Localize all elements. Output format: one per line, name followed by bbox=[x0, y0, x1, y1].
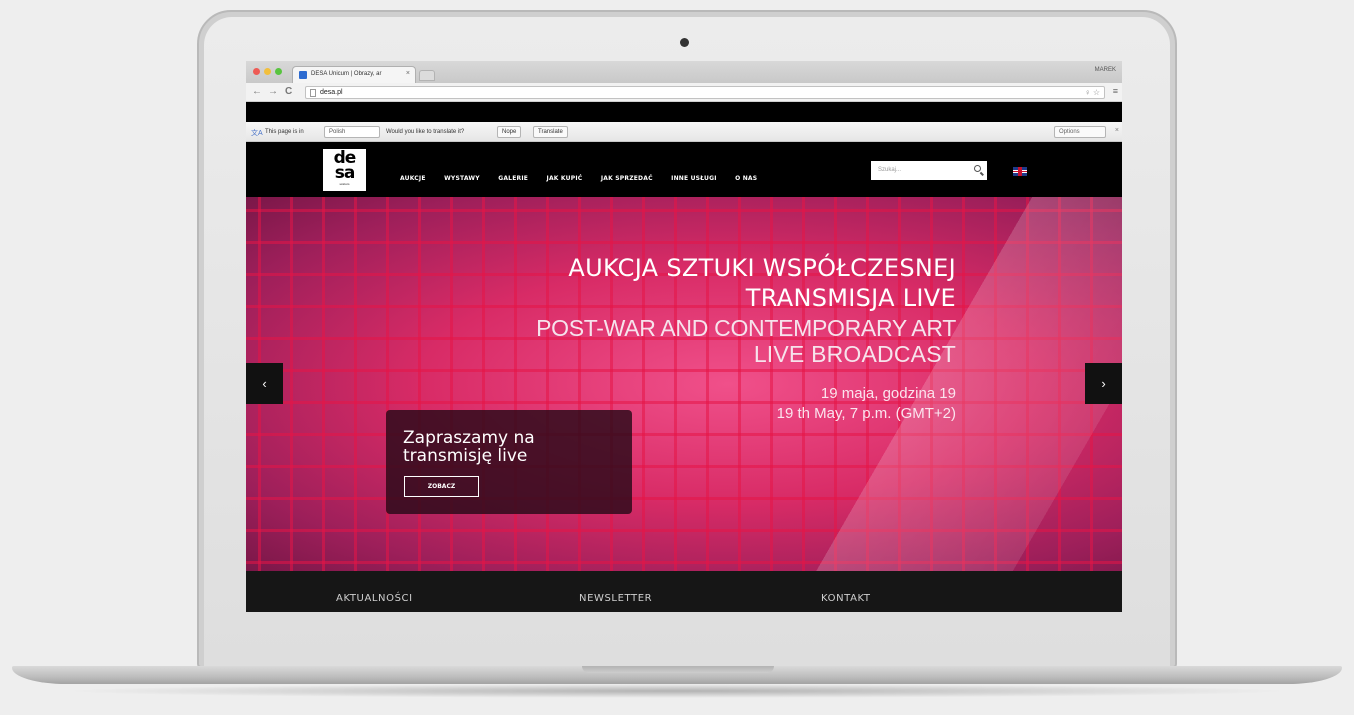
translate-question: Would you like to translate it? bbox=[386, 129, 465, 135]
hero-subheadline-en: LIVE BROADCAST bbox=[753, 341, 956, 367]
favicon-icon bbox=[299, 71, 307, 79]
hero-subheadline-pl: TRANSMISJA LIVE bbox=[745, 284, 956, 312]
laptop-mockup: DESA Unicum | Obrazy, ar × MAREK ← → C d… bbox=[0, 0, 1354, 715]
promo-box: Zapraszamy na transmisję live ZOBACZ bbox=[386, 410, 632, 514]
logo-subtext: unicum bbox=[339, 182, 350, 186]
page-icon bbox=[310, 89, 316, 97]
tab-title: DESA Unicum | Obrazy, ar bbox=[311, 71, 382, 77]
promo-title: Zapraszamy na transmisję live bbox=[403, 428, 535, 466]
footer-link-aktualnosci[interactable]: AKTUALNOŚCI bbox=[336, 593, 413, 604]
logo-text-bottom: sa bbox=[334, 163, 356, 183]
translate-button[interactable]: Translate bbox=[533, 126, 568, 138]
language-select[interactable]: Polish bbox=[324, 126, 380, 138]
translate-close-icon[interactable]: × bbox=[1115, 127, 1119, 134]
translate-prefix: This page is in bbox=[265, 129, 304, 135]
slider-prev-button[interactable]: ‹ bbox=[246, 363, 283, 404]
nav-item-aukcje[interactable]: AUKCJE bbox=[400, 175, 426, 182]
address-url: desa.pl bbox=[320, 89, 343, 96]
footer-link-newsletter[interactable]: NEWSLETTER bbox=[579, 593, 652, 604]
hero-date-en: 19 th May, 7 p.m. (GMT+2) bbox=[776, 405, 956, 422]
zobacz-button[interactable]: ZOBACZ bbox=[404, 476, 479, 497]
minimize-window-icon[interactable] bbox=[264, 68, 271, 75]
search-input[interactable]: Szukaj... bbox=[871, 161, 987, 180]
nav-item-wystawy[interactable]: WYSTAWY bbox=[444, 175, 480, 182]
options-select[interactable]: Options bbox=[1054, 126, 1106, 138]
nav-item-inne-uslugi[interactable]: INNE USŁUGI bbox=[671, 175, 717, 182]
browser-toolbar: ← → C desa.pl ♀ ☆ ≡ bbox=[246, 83, 1122, 102]
desa-logo[interactable]: de sa unicum bbox=[323, 149, 366, 191]
nav-item-jak-kupic[interactable]: JAK KUPIĆ bbox=[547, 175, 583, 182]
hero-headline-en: POST-WAR AND CONTEMPORARY ART bbox=[536, 315, 956, 341]
footer-link-kontakt[interactable]: KONTAKT bbox=[821, 593, 871, 604]
uk-flag-icon[interactable] bbox=[1013, 167, 1027, 176]
forward-icon[interactable]: → bbox=[268, 86, 278, 98]
translate-icon: 文A bbox=[251, 130, 263, 137]
translate-bar: 文A This page is in Polish Would you like… bbox=[246, 122, 1122, 142]
hero-headline-pl: AUKCJA SZTUKI WSPÓŁCZESNEJ bbox=[568, 254, 956, 282]
nav-item-galerie[interactable]: GALERIE bbox=[498, 175, 528, 182]
screen: DESA Unicum | Obrazy, ar × MAREK ← → C d… bbox=[246, 61, 1122, 612]
hero-slider: AUKCJA SZTUKI WSPÓŁCZESNEJ TRANSMISJA LI… bbox=[246, 197, 1122, 571]
footer-links: AKTUALNOŚCI NEWSLETTER KONTAKT bbox=[246, 571, 1122, 612]
hero-date-pl: 19 maja, godzina 19 bbox=[820, 385, 956, 402]
maximize-window-icon[interactable] bbox=[275, 68, 282, 75]
slider-next-button[interactable]: › bbox=[1085, 363, 1122, 404]
menu-icon[interactable]: ≡ bbox=[1113, 86, 1118, 96]
camera-icon bbox=[680, 38, 689, 47]
laptop-shadow bbox=[60, 684, 1294, 698]
nope-button[interactable]: Nope bbox=[497, 126, 522, 138]
laptop-notch bbox=[582, 666, 774, 673]
search-icon[interactable] bbox=[974, 165, 981, 172]
close-window-icon[interactable] bbox=[253, 68, 260, 75]
nav-item-jak-sprzedac[interactable]: JAK SPRZEDAĆ bbox=[601, 175, 653, 182]
browser-tab[interactable]: DESA Unicum | Obrazy, ar × bbox=[292, 66, 416, 83]
bookmark-star-icon[interactable]: ♀ ☆ bbox=[1085, 88, 1100, 97]
site-header: de sa unicum AUKCJE WYSTAWY GALERIE JAK … bbox=[246, 143, 1122, 197]
browser-tab-bar: DESA Unicum | Obrazy, ar × MAREK bbox=[246, 61, 1122, 83]
nav-item-o-nas[interactable]: O NAS bbox=[735, 175, 757, 182]
address-bar[interactable]: desa.pl ♀ ☆ bbox=[305, 86, 1105, 99]
reload-icon[interactable]: C bbox=[285, 86, 292, 98]
profile-name[interactable]: MAREK bbox=[1095, 67, 1116, 73]
search-placeholder: Szukaj... bbox=[878, 167, 902, 173]
main-nav: AUKCJE WYSTAWY GALERIE JAK KUPIĆ JAK SPR… bbox=[400, 167, 771, 185]
new-tab-button[interactable] bbox=[419, 70, 435, 81]
back-icon[interactable]: ← bbox=[252, 86, 262, 98]
tab-close-icon[interactable]: × bbox=[406, 70, 410, 77]
